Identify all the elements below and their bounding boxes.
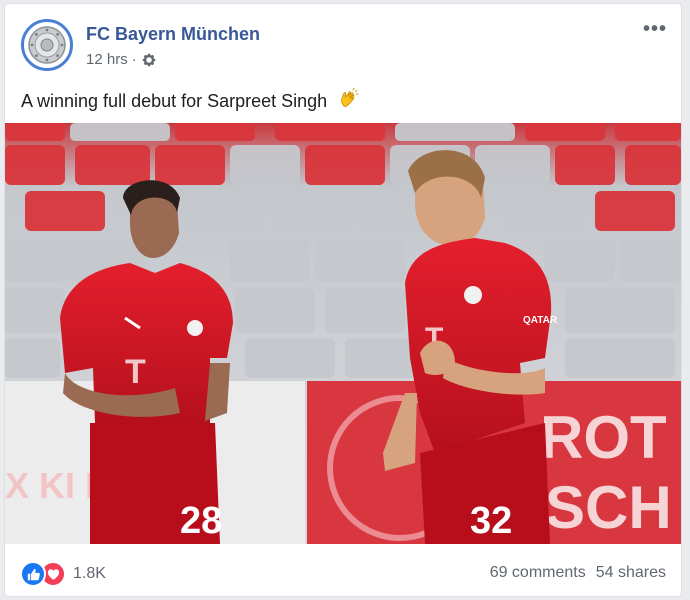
gear-icon[interactable]	[141, 52, 157, 68]
post-footer: 1.8K 69 comments 54 shares	[5, 544, 681, 596]
post-meta: 12 hrs ·	[86, 51, 157, 68]
clapping-hands-icon	[338, 88, 360, 115]
more-options-icon[interactable]: •••	[643, 18, 667, 41]
reaction-count: 1.8K	[73, 565, 106, 582]
players-photo-image: X KI N ROT SCH 28 T 32 T QATAR	[5, 123, 681, 544]
post-timestamp[interactable]: 12 hrs	[86, 51, 128, 68]
post-card: FC Bayern München 12 hrs · ••• A winning…	[4, 3, 682, 597]
shares-link[interactable]: 54 shares	[596, 564, 666, 582]
jersey-number-right: 32	[470, 500, 512, 542]
engagement-stats: 69 comments 54 shares	[490, 564, 666, 582]
sleeve-sponsor: QATAR	[523, 315, 558, 326]
reactions-summary[interactable]: 1.8K	[20, 561, 106, 587]
banner-text-right-1: ROT	[540, 404, 667, 471]
page-avatar[interactable]	[21, 19, 73, 71]
post-photo[interactable]: X KI N ROT SCH 28 T 32 T QATAR	[5, 123, 681, 544]
bundesliga-trophy-icon	[28, 26, 66, 64]
like-reaction-icon	[20, 561, 46, 587]
page-name-link[interactable]: FC Bayern München	[86, 24, 260, 45]
comments-link[interactable]: 69 comments	[490, 564, 586, 582]
post-caption: A winning full debut for Sarpreet Singh	[21, 88, 360, 115]
meta-separator: ·	[131, 51, 137, 68]
jersey-number-left: 28	[180, 500, 222, 542]
caption-text: A winning full debut for Sarpreet Singh	[21, 91, 328, 111]
banner-text-right-2: SCH	[545, 474, 672, 541]
sponsor-logo-left: T	[125, 353, 146, 391]
